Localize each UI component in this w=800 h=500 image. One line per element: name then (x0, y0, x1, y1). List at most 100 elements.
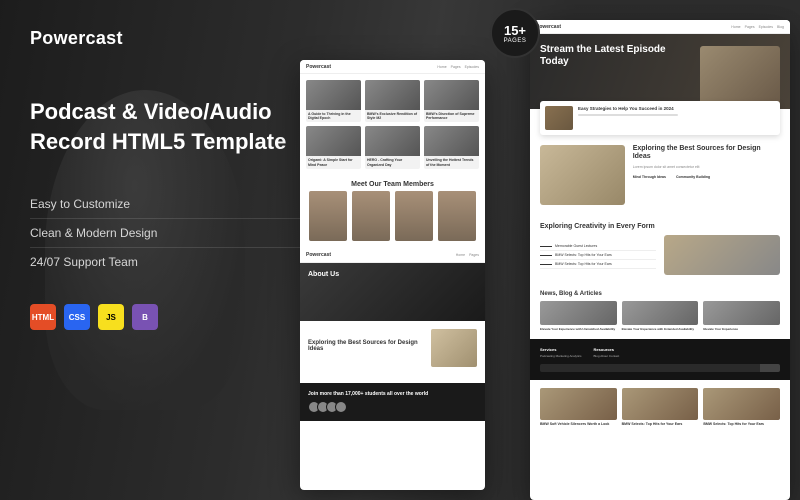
html5-badge: HTML (30, 304, 56, 330)
about-hero: About Us (300, 263, 485, 321)
team-heading: Meet Our Team Members (300, 175, 485, 191)
feature-item: 24/07 Support Team (30, 248, 330, 276)
card-title: HERO - Crafting Your Organized Day (365, 156, 420, 168)
card-title: BMW Selects: Top Hits for Your Ears (703, 422, 780, 426)
footer: Services Podcasting Marketing Analytics R… (530, 339, 790, 380)
footer-col-heading: Resources (594, 347, 620, 352)
nav-item: Home (437, 65, 446, 69)
join-text: Join more than 17,000+ students all over… (308, 391, 477, 398)
preview-header: Powercast Home Pages (300, 249, 485, 263)
news-title: Elevate Your Experience with Unmatched A… (540, 327, 617, 331)
card-title: BMW Soft Vehicle Silencers Worth a Look (540, 422, 617, 426)
hero-title: Stream the Latest Episode Today (540, 44, 684, 68)
tech-badges: HTML CSS JS B (30, 304, 330, 330)
template-preview-2: Powercast Home Pages Episodes Blog Strea… (530, 20, 790, 500)
card-image (306, 80, 361, 110)
hero-image (700, 46, 780, 104)
css3-badge: CSS (64, 304, 90, 330)
episode-card: BMW's Exclusive Rendition of Style M2 (365, 80, 420, 122)
left-content: Powercast Podcast & Video/Audio Record H… (30, 28, 330, 330)
card-image (365, 126, 420, 156)
card-title: Origami: A Simple Start for Mind Peace (306, 156, 361, 168)
episode-card: Origami: A Simple Start for Mind Peace (306, 126, 361, 168)
news-section: News, Blog & Articles Elevate Your Exper… (530, 283, 790, 339)
card-image (622, 388, 699, 420)
card-grid: A Guide to Thriving in the Digital Epoch… (300, 74, 485, 175)
feature-list: Easy to Customize Clean & Modern Design … (30, 190, 330, 276)
audio-player: Easy Strategies to Help You Succeed in 2… (540, 101, 780, 135)
nav-item: Episodes (759, 25, 773, 29)
hero-section: Stream the Latest Episode Today (530, 34, 790, 109)
template-preview-1: Powercast Home Pages Episodes A Guide to… (300, 60, 485, 490)
about-body: Exploring the Best Sources for Design Id… (300, 321, 485, 375)
news-title: Elevate Your Experience with Extended Av… (622, 327, 699, 331)
card-image (424, 80, 479, 110)
card-title: Unveiling the Hottest Trends of the Mome… (424, 156, 479, 168)
nav-item: Episodes (465, 65, 479, 69)
subscribe-button (760, 364, 780, 372)
nav-item: Pages (745, 25, 755, 29)
mini-feature: Community Building (676, 175, 710, 179)
explore-image (540, 145, 625, 205)
about-image (431, 329, 477, 367)
headline: Podcast & Video/Audio Record HTML5 Templ… (30, 97, 330, 156)
explore-heading: Exploring the Best Sources for Design Id… (633, 145, 780, 162)
card-title: BMW's Disection of Supreme Performance (424, 110, 479, 122)
card-title: A Guide to Thriving in the Digital Epoch (306, 110, 361, 122)
nav-item: Home (731, 25, 740, 29)
brand-logo: Powercast (30, 28, 330, 49)
footer-links: Blog About Contact (594, 354, 620, 359)
join-banner: Join more than 17,000+ students all over… (300, 383, 485, 422)
list-item: BMW Selects: Top Hits for Your Ears (540, 251, 656, 260)
subscribe-form (540, 364, 780, 372)
player-thumbnail (545, 106, 573, 130)
bottom-card-grid: BMW Soft Vehicle Silencers Worth a Look … (530, 380, 790, 434)
preview-header: Powercast Home Pages Episodes (300, 60, 485, 74)
pages-count-badge: 15+ PAGES (490, 8, 540, 58)
js-badge: JS (98, 304, 124, 330)
footer-links: Podcasting Marketing Analytics (540, 354, 582, 359)
pages-label: PAGES (504, 38, 527, 44)
team-row (300, 191, 485, 249)
news-image (622, 301, 699, 325)
avatar-stack (308, 401, 477, 413)
card-image (703, 388, 780, 420)
explore-subtext: Lorem ipsum dolor sit amet consectetur e… (633, 165, 780, 170)
episode-card: BMW Selects: Top Hits for Your Ears (622, 388, 699, 426)
episode-card: Unveiling the Hottest Trends of the Mome… (424, 126, 479, 168)
explore-section: Exploring the Best Sources for Design Id… (530, 135, 790, 215)
explore-heading: Exploring the Best Sources for Design Id… (308, 340, 425, 352)
team-member (352, 191, 390, 241)
creativity-heading: Exploring Creativity in Every Form (540, 223, 780, 230)
nav-item: Pages (469, 253, 479, 257)
team-member (395, 191, 433, 241)
news-heading: News, Blog & Articles (540, 291, 780, 297)
mini-feature: Mind Through Ideas (633, 175, 666, 179)
feature-item: Clean & Modern Design (30, 219, 330, 248)
news-card: Elevate Your Experience with Extended Av… (622, 301, 699, 331)
news-card: Elevate Your Experience (703, 301, 780, 331)
episode-card: BMW's Disection of Supreme Performance (424, 80, 479, 122)
preview-logo: Powercast (306, 252, 331, 258)
mini-features: Mind Through Ideas Community Building (633, 175, 780, 179)
card-title: BMW's Exclusive Rendition of Style M2 (365, 110, 420, 122)
nav-item: Home (456, 253, 465, 257)
footer-col-heading: Services (540, 347, 582, 352)
preview-nav: Home Pages (456, 253, 479, 257)
nav-item: Blog (777, 25, 784, 29)
creativity-section: Exploring Creativity in Every Form Memor… (530, 215, 790, 283)
about-title: About Us (308, 271, 477, 278)
card-image (540, 388, 617, 420)
list-item: BMW Selects: Top Hits for Your Ears (540, 260, 656, 269)
team-member (438, 191, 476, 241)
preview-nav: Home Pages Episodes Blog (731, 25, 784, 29)
nav-item: Pages (451, 65, 461, 69)
card-title: BMW Selects: Top Hits for Your Ears (622, 422, 699, 426)
preview-logo: Powercast (306, 64, 331, 70)
team-member (309, 191, 347, 241)
creativity-image (664, 235, 780, 275)
pages-count: 15+ (504, 23, 526, 38)
card-image (365, 80, 420, 110)
preview-header: Powercast Home Pages Episodes Blog (530, 20, 790, 34)
progress-bar (578, 114, 678, 116)
